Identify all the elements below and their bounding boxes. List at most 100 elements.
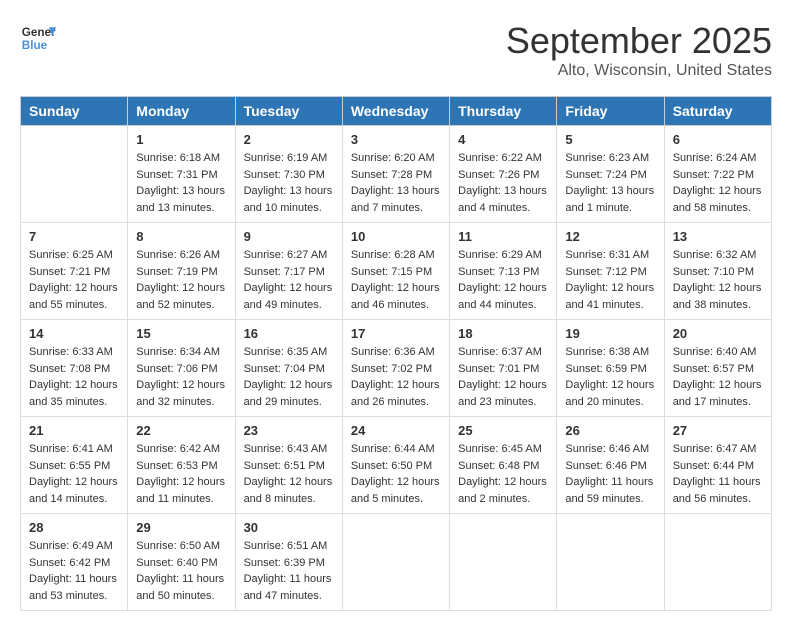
calendar-header-row: SundayMondayTuesdayWednesdayThursdayFrid… — [21, 97, 772, 126]
calendar-week-3: 14Sunrise: 6:33 AMSunset: 7:08 PMDayligh… — [21, 320, 772, 417]
daylight-text: Daylight: 12 hours and 8 minutes. — [244, 474, 334, 507]
sunset-text: Sunset: 7:17 PM — [244, 264, 334, 281]
day-info: Sunrise: 6:50 AMSunset: 6:40 PMDaylight:… — [136, 538, 226, 604]
sunset-text: Sunset: 7:02 PM — [351, 361, 441, 378]
sunset-text: Sunset: 7:15 PM — [351, 264, 441, 281]
day-info: Sunrise: 6:46 AMSunset: 6:46 PMDaylight:… — [565, 441, 655, 507]
daylight-text: Daylight: 13 hours and 13 minutes. — [136, 183, 226, 216]
day-info: Sunrise: 6:33 AMSunset: 7:08 PMDaylight:… — [29, 344, 119, 410]
daylight-text: Daylight: 13 hours and 1 minute. — [565, 183, 655, 216]
day-info: Sunrise: 6:32 AMSunset: 7:10 PMDaylight:… — [673, 247, 763, 313]
daylight-text: Daylight: 11 hours and 56 minutes. — [673, 474, 763, 507]
calendar-cell: 25Sunrise: 6:45 AMSunset: 6:48 PMDayligh… — [450, 417, 557, 514]
sunrise-text: Sunrise: 6:29 AM — [458, 247, 548, 264]
calendar-cell: 17Sunrise: 6:36 AMSunset: 7:02 PMDayligh… — [342, 320, 449, 417]
daylight-text: Daylight: 12 hours and 49 minutes. — [244, 280, 334, 313]
calendar-cell — [557, 514, 664, 611]
daylight-text: Daylight: 11 hours and 59 minutes. — [565, 474, 655, 507]
day-info: Sunrise: 6:44 AMSunset: 6:50 PMDaylight:… — [351, 441, 441, 507]
day-number: 17 — [351, 326, 441, 341]
sunset-text: Sunset: 7:01 PM — [458, 361, 548, 378]
daylight-text: Daylight: 12 hours and 5 minutes. — [351, 474, 441, 507]
day-info: Sunrise: 6:25 AMSunset: 7:21 PMDaylight:… — [29, 247, 119, 313]
sunrise-text: Sunrise: 6:47 AM — [673, 441, 763, 458]
sunrise-text: Sunrise: 6:40 AM — [673, 344, 763, 361]
calendar-cell: 2Sunrise: 6:19 AMSunset: 7:30 PMDaylight… — [235, 126, 342, 223]
calendar-table: SundayMondayTuesdayWednesdayThursdayFrid… — [20, 96, 772, 611]
sunrise-text: Sunrise: 6:36 AM — [351, 344, 441, 361]
calendar-cell: 27 Sunrise: 6:47 AMSunset: 6:44 PMDayligh… — [664, 417, 771, 514]
calendar-cell: 11Sunrise: 6:29 AMSunset: 7:13 PMDayligh… — [450, 223, 557, 320]
day-number: 30 — [244, 520, 334, 535]
daylight-text: Daylight: 12 hours and 23 minutes. — [458, 377, 548, 410]
calendar-header-thursday: Thursday — [450, 97, 557, 126]
sunrise-text: Sunrise: 6:41 AM — [29, 441, 119, 458]
sunset-text: Sunset: 7:13 PM — [458, 264, 548, 281]
daylight-text: Daylight: 12 hours and 41 minutes. — [565, 280, 655, 313]
sunrise-text: Sunrise: 6:28 AM — [351, 247, 441, 264]
day-info: Sunrise: 6:42 AMSunset: 6:53 PMDaylight:… — [136, 441, 226, 507]
day-number: 28 — [29, 520, 119, 535]
day-number: 24 — [351, 423, 441, 438]
day-number: 19 — [565, 326, 655, 341]
day-info: Sunrise: 6:31 AMSunset: 7:12 PMDaylight:… — [565, 247, 655, 313]
day-number: 15 — [136, 326, 226, 341]
daylight-text: Daylight: 12 hours and 38 minutes. — [673, 280, 763, 313]
sunrise-text: Sunrise: 6:33 AM — [29, 344, 119, 361]
calendar-header-tuesday: Tuesday — [235, 97, 342, 126]
day-number: 7 — [29, 229, 119, 244]
day-number: 3 — [351, 132, 441, 147]
day-number: 11 — [458, 229, 548, 244]
calendar-cell: 24 Sunrise: 6:44 AMSunset: 6:50 PMDayligh… — [342, 417, 449, 514]
logo: General Blue — [20, 20, 56, 56]
day-number: 27 — [673, 423, 763, 438]
day-info: Sunrise: 6:51 AMSunset: 6:39 PMDaylight:… — [244, 538, 334, 604]
day-info: Sunrise: 6:27 AMSunset: 7:17 PMDaylight:… — [244, 247, 334, 313]
daylight-text: Daylight: 12 hours and 11 minutes. — [136, 474, 226, 507]
calendar-header-saturday: Saturday — [664, 97, 771, 126]
title-block: September 2025 Alto, Wisconsin, United S… — [506, 20, 772, 80]
daylight-text: Daylight: 13 hours and 10 minutes. — [244, 183, 334, 216]
day-number: 21 — [29, 423, 119, 438]
daylight-text: Daylight: 13 hours and 7 minutes. — [351, 183, 441, 216]
calendar-cell — [342, 514, 449, 611]
sunrise-text: Sunrise: 6:37 AM — [458, 344, 548, 361]
day-info: Sunrise: 6:49 AMSunset: 6:42 PMDaylight:… — [29, 538, 119, 604]
sunset-text: Sunset: 7:30 PM — [244, 167, 334, 184]
calendar-cell: 10Sunrise: 6:28 AMSunset: 7:15 PMDayligh… — [342, 223, 449, 320]
sunrise-text: Sunrise: 6:35 AM — [244, 344, 334, 361]
sunrise-text: Sunrise: 6:45 AM — [458, 441, 548, 458]
day-number: 23 — [244, 423, 334, 438]
sunset-text: Sunset: 6:51 PM — [244, 458, 334, 475]
daylight-text: Daylight: 12 hours and 55 minutes. — [29, 280, 119, 313]
sunset-text: Sunset: 7:19 PM — [136, 264, 226, 281]
sunset-text: Sunset: 6:48 PM — [458, 458, 548, 475]
day-info: Sunrise: 6:40 AMSunset: 6:57 PMDaylight:… — [673, 344, 763, 410]
sunset-text: Sunset: 6:42 PM — [29, 555, 119, 572]
calendar-cell: 12Sunrise: 6:31 AMSunset: 7:12 PMDayligh… — [557, 223, 664, 320]
day-number: 13 — [673, 229, 763, 244]
day-number: 6 — [673, 132, 763, 147]
calendar-week-2: 7 Sunrise: 6:25 AMSunset: 7:21 PMDaylight… — [21, 223, 772, 320]
day-info: Sunrise: 6:18 AMSunset: 7:31 PMDaylight:… — [136, 150, 226, 216]
day-info: Sunrise: 6:45 AMSunset: 6:48 PMDaylight:… — [458, 441, 548, 507]
day-info: Sunrise: 6:47 AMSunset: 6:44 PMDaylight:… — [673, 441, 763, 507]
sunrise-text: Sunrise: 6:32 AM — [673, 247, 763, 264]
calendar-cell: 14Sunrise: 6:33 AMSunset: 7:08 PMDayligh… — [21, 320, 128, 417]
day-number: 18 — [458, 326, 548, 341]
sunrise-text: Sunrise: 6:18 AM — [136, 150, 226, 167]
day-number: 8 — [136, 229, 226, 244]
daylight-text: Daylight: 12 hours and 52 minutes. — [136, 280, 226, 313]
day-number: 22 — [136, 423, 226, 438]
calendar-cell: 29Sunrise: 6:50 AMSunset: 6:40 PMDayligh… — [128, 514, 235, 611]
sunset-text: Sunset: 7:08 PM — [29, 361, 119, 378]
sunrise-text: Sunrise: 6:31 AM — [565, 247, 655, 264]
calendar-header-friday: Friday — [557, 97, 664, 126]
sunset-text: Sunset: 6:57 PM — [673, 361, 763, 378]
sunrise-text: Sunrise: 6:26 AM — [136, 247, 226, 264]
day-number: 20 — [673, 326, 763, 341]
sunrise-text: Sunrise: 6:44 AM — [351, 441, 441, 458]
sunrise-text: Sunrise: 6:43 AM — [244, 441, 334, 458]
sunrise-text: Sunrise: 6:38 AM — [565, 344, 655, 361]
day-info: Sunrise: 6:35 AMSunset: 7:04 PMDaylight:… — [244, 344, 334, 410]
